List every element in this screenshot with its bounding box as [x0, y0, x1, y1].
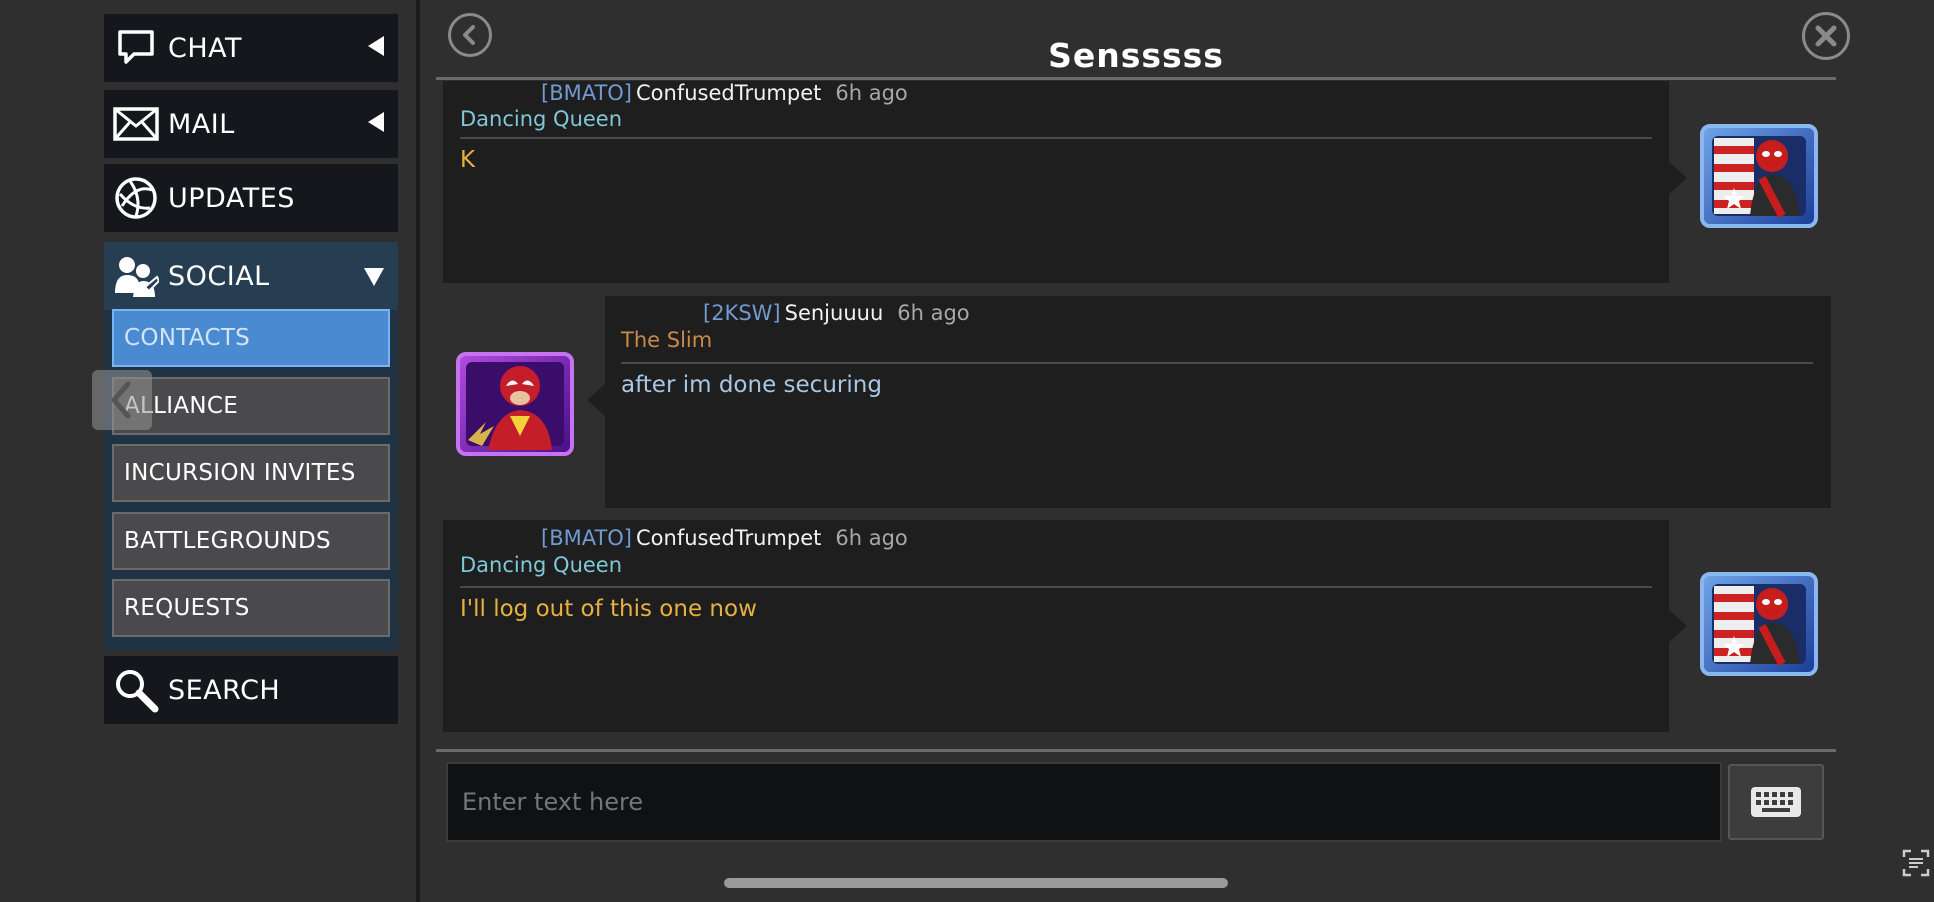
alliance-tag: [BMATO]: [541, 81, 633, 105]
sender-name[interactable]: ConfusedTrumpet: [636, 81, 821, 105]
screen-scan-icon[interactable]: [1902, 848, 1930, 878]
nav-social-label: SOCIAL: [168, 260, 270, 292]
close-icon: [1815, 25, 1837, 47]
message-meta: [BMATO] ConfusedTrumpet 6h ago: [541, 81, 908, 105]
bubble-pointer: [1669, 610, 1687, 642]
deadpool-avatar[interactable]: [1700, 572, 1818, 676]
globe-icon: [112, 174, 160, 222]
message-separator: [621, 362, 1813, 364]
message-text: K: [460, 147, 476, 173]
deadpool-avatar[interactable]: [1700, 124, 1818, 228]
sender-subtitle: Dancing Queen: [460, 107, 623, 131]
character-portrait-icon: [466, 362, 564, 450]
sender-name[interactable]: ConfusedTrumpet: [636, 526, 821, 550]
message-meta: [2KSW] Senjuuuu 6h ago: [703, 301, 970, 325]
social-item-incursion-invites[interactable]: INCURSION INVITES: [112, 444, 390, 502]
magnifier-icon: [112, 666, 160, 714]
message-text: I'll log out of this one now: [460, 596, 757, 622]
message-text: after im done securing: [621, 372, 882, 398]
expand-caret-icon: [364, 268, 384, 286]
message-separator: [460, 586, 1652, 588]
sender-subtitle: Dancing Queen: [460, 553, 623, 577]
nav-chat-label: CHAT: [168, 32, 243, 64]
alliance-tag: [2KSW]: [703, 301, 781, 325]
sender-subtitle: The Slim: [621, 328, 713, 352]
nav-updates-button[interactable]: UPDATES: [104, 164, 398, 232]
bubble-pointer: [587, 384, 605, 416]
social-item-contacts[interactable]: CONTACTS: [112, 309, 390, 367]
nav-chat-button[interactable]: CHAT: [104, 14, 398, 82]
timestamp: 6h ago: [835, 81, 908, 105]
social-item-requests[interactable]: REQUESTS: [112, 579, 390, 637]
sender-name[interactable]: Senjuuuu: [785, 301, 884, 325]
social-item-alliance[interactable]: ALLIANCE: [112, 377, 390, 435]
header-divider: [436, 77, 1836, 80]
collapse-arrow-icon: [368, 112, 384, 132]
people-icon: [112, 252, 160, 300]
conversation-title: Sensssss: [1048, 36, 1224, 75]
nav-mail-button[interactable]: MAIL: [104, 90, 398, 158]
sidebar-divider: [416, 0, 420, 902]
chat-message: [2KSW] Senjuuuu 6h ago The Slim after im d…: [605, 296, 1831, 508]
message-separator: [460, 137, 1652, 139]
chat-message: [BMATO] ConfusedTrumpet 6h ago Dancing Que…: [443, 520, 1669, 732]
footer-divider: [436, 749, 1836, 752]
timestamp: 6h ago: [897, 301, 970, 325]
nav-mail-label: MAIL: [168, 108, 235, 140]
chat-bubble-icon: [112, 24, 160, 72]
alliance-tag: [BMATO]: [541, 526, 633, 550]
chevron-left-icon: [111, 381, 131, 419]
character-portrait-icon: [1712, 584, 1806, 666]
envelope-icon: [112, 100, 160, 148]
sidebar-back-tab[interactable]: [92, 370, 152, 430]
scroll-indicator[interactable]: [724, 878, 1228, 888]
message-meta: [BMATO] ConfusedTrumpet 6h ago: [541, 526, 908, 550]
nav-updates-label: UPDATES: [168, 182, 295, 214]
timestamp: 6h ago: [835, 526, 908, 550]
nav-search-button[interactable]: SEARCH: [104, 656, 398, 724]
chat-message: [BMATO] ConfusedTrumpet 6h ago Dancing Que…: [443, 81, 1669, 283]
keyboard-icon: [1751, 787, 1801, 817]
keyboard-button[interactable]: [1728, 764, 1824, 840]
nav-social-button[interactable]: SOCIAL: [104, 242, 398, 310]
character-portrait-icon: [1712, 136, 1806, 218]
social-item-battlegrounds[interactable]: BATTLEGROUNDS: [112, 512, 390, 570]
nav-search-label: SEARCH: [168, 674, 281, 706]
message-input[interactable]: [446, 762, 1722, 842]
bubble-pointer: [1669, 162, 1687, 194]
close-button[interactable]: [1802, 12, 1850, 60]
spider-woman-avatar[interactable]: [456, 352, 574, 456]
collapse-arrow-icon: [368, 36, 384, 56]
